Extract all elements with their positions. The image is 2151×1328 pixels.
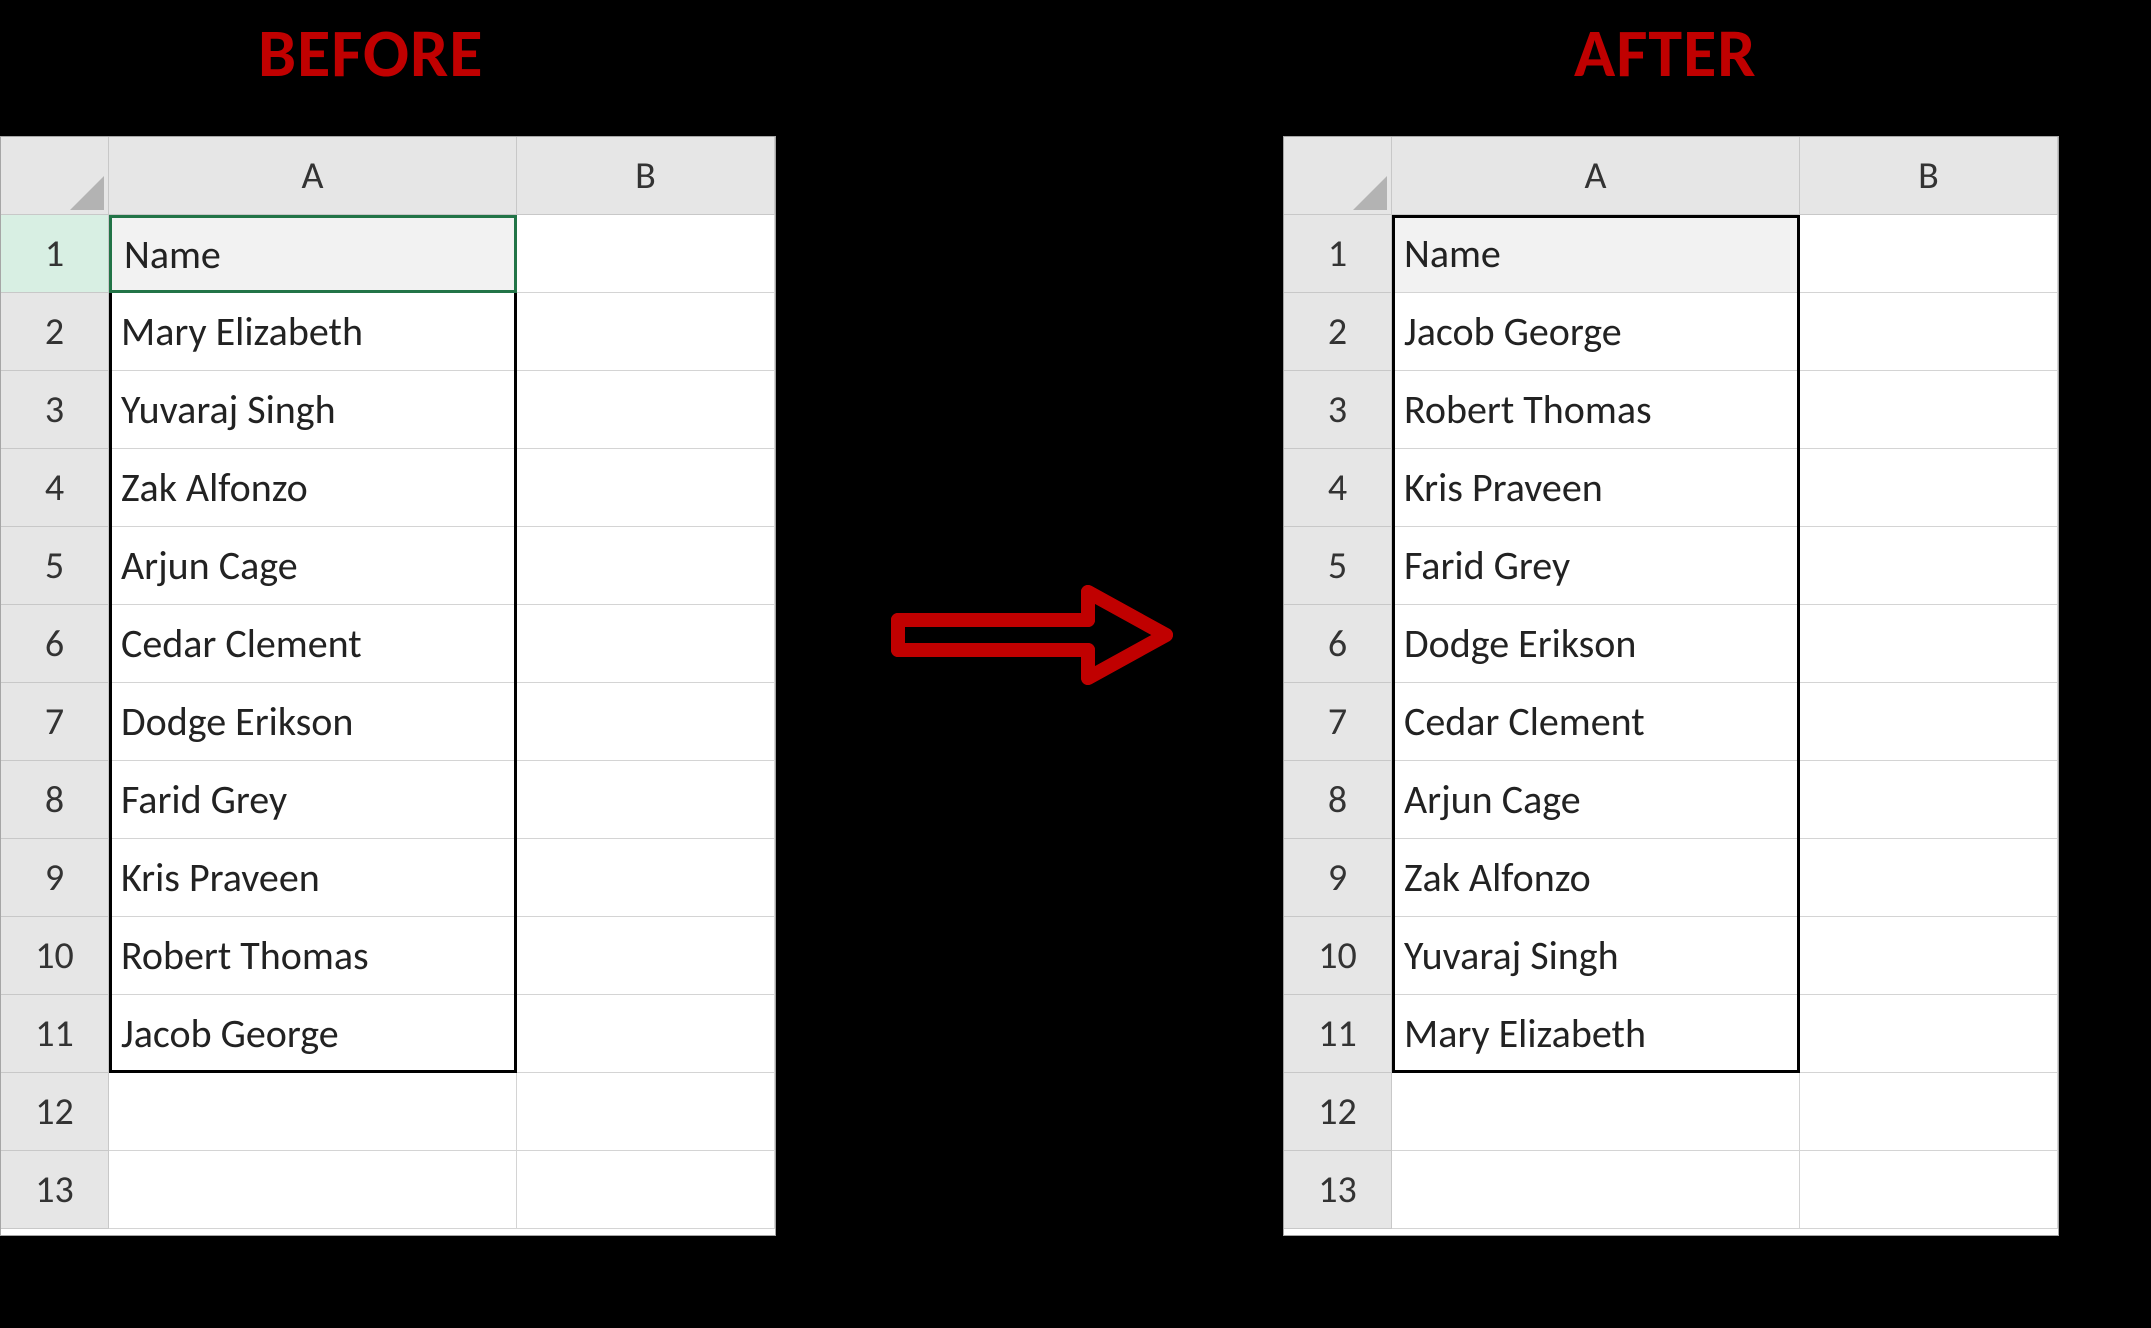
cell-B10[interactable]: [517, 917, 775, 995]
cell-A12[interactable]: [1392, 1073, 1800, 1151]
row-header-9[interactable]: 9: [1284, 839, 1392, 917]
row-header-6[interactable]: 6: [1, 605, 109, 683]
cell-A8[interactable]: Farid Grey: [109, 761, 517, 839]
cell-B4[interactable]: [517, 449, 775, 527]
row-header-7[interactable]: 7: [1284, 683, 1392, 761]
cell-B5[interactable]: [517, 527, 775, 605]
cell-A13[interactable]: [1392, 1151, 1800, 1229]
cell-B3[interactable]: [517, 371, 775, 449]
row-header-2[interactable]: 2: [1284, 293, 1392, 371]
row-header-4[interactable]: 4: [1, 449, 109, 527]
cell-B1[interactable]: [1800, 215, 2058, 293]
cell-B10[interactable]: [1800, 917, 2058, 995]
cell-B8[interactable]: [1800, 761, 2058, 839]
cell-B13[interactable]: [517, 1151, 775, 1229]
row-header-3[interactable]: 3: [1, 371, 109, 449]
row-header-5[interactable]: 5: [1284, 527, 1392, 605]
row-header-13[interactable]: 13: [1284, 1151, 1392, 1229]
row-header-11[interactable]: 11: [1284, 995, 1392, 1073]
cell-A7[interactable]: Cedar Clement: [1392, 683, 1800, 761]
cell-B13[interactable]: [1800, 1151, 2058, 1229]
cell-A4[interactable]: Kris Praveen: [1392, 449, 1800, 527]
cell-A13[interactable]: [109, 1151, 517, 1229]
cell-A10[interactable]: Robert Thomas: [109, 917, 517, 995]
cell-A8[interactable]: Arjun Cage: [1392, 761, 1800, 839]
row-header-6[interactable]: 6: [1284, 605, 1392, 683]
select-all-corner[interactable]: [1, 137, 109, 215]
cell-A11[interactable]: Jacob George: [109, 995, 517, 1073]
cell-A11[interactable]: Mary Elizabeth: [1392, 995, 1800, 1073]
row-header-2[interactable]: 2: [1, 293, 109, 371]
cell-A7[interactable]: Dodge Erikson: [109, 683, 517, 761]
row-header-8[interactable]: 8: [1284, 761, 1392, 839]
cell-A3[interactable]: Yuvaraj Singh: [109, 371, 517, 449]
row-header-1[interactable]: 1: [1, 215, 109, 293]
cell-A5[interactable]: Farid Grey: [1392, 527, 1800, 605]
spreadsheet-before[interactable]: A B 1 Name 2 Mary Elizabeth 3 Yuvaraj Si…: [0, 136, 776, 1236]
row-header-9[interactable]: 9: [1, 839, 109, 917]
cell-B7[interactable]: [517, 683, 775, 761]
caption-before: BEFORE: [258, 12, 483, 95]
cell-B1[interactable]: [517, 215, 775, 293]
cell-B2[interactable]: [517, 293, 775, 371]
cell-B8[interactable]: [517, 761, 775, 839]
row-header-8[interactable]: 8: [1, 761, 109, 839]
column-header-A[interactable]: A: [1392, 137, 1800, 215]
cell-A1[interactable]: Name: [1392, 215, 1800, 293]
row-header-11[interactable]: 11: [1, 995, 109, 1073]
cell-A5[interactable]: Arjun Cage: [109, 527, 517, 605]
column-header-A[interactable]: A: [109, 137, 517, 215]
cell-A6[interactable]: Dodge Erikson: [1392, 605, 1800, 683]
cell-A1[interactable]: Name: [109, 215, 517, 293]
cell-B11[interactable]: [517, 995, 775, 1073]
cell-A12[interactable]: [109, 1073, 517, 1151]
caption-after: AFTER: [1574, 12, 1757, 95]
cell-B6[interactable]: [1800, 605, 2058, 683]
cell-B2[interactable]: [1800, 293, 2058, 371]
cell-A10[interactable]: Yuvaraj Singh: [1392, 917, 1800, 995]
column-header-B[interactable]: B: [1800, 137, 2058, 215]
cell-A9[interactable]: Kris Praveen: [109, 839, 517, 917]
column-header-B[interactable]: B: [517, 137, 775, 215]
row-header-5[interactable]: 5: [1, 527, 109, 605]
cell-B12[interactable]: [1800, 1073, 2058, 1151]
select-all-corner[interactable]: [1284, 137, 1392, 215]
row-header-12[interactable]: 12: [1284, 1073, 1392, 1151]
row-header-12[interactable]: 12: [1, 1073, 109, 1151]
cell-B11[interactable]: [1800, 995, 2058, 1073]
row-header-7[interactable]: 7: [1, 683, 109, 761]
spreadsheet-after[interactable]: A B 1 Name 2 Jacob George 3 Robert Thoma…: [1283, 136, 2059, 1236]
row-header-13[interactable]: 13: [1, 1151, 109, 1229]
cell-A2[interactable]: Jacob George: [1392, 293, 1800, 371]
cell-A9[interactable]: Zak Alfonzo: [1392, 839, 1800, 917]
cell-A4[interactable]: Zak Alfonzo: [109, 449, 517, 527]
row-header-1[interactable]: 1: [1284, 215, 1392, 293]
cell-B5[interactable]: [1800, 527, 2058, 605]
cell-A2[interactable]: Mary Elizabeth: [109, 293, 517, 371]
cell-B7[interactable]: [1800, 683, 2058, 761]
row-header-10[interactable]: 10: [1, 917, 109, 995]
row-header-3[interactable]: 3: [1284, 371, 1392, 449]
cell-A6[interactable]: Cedar Clement: [109, 605, 517, 683]
cell-B12[interactable]: [517, 1073, 775, 1151]
cell-B9[interactable]: [517, 839, 775, 917]
arrow-right-icon: [888, 580, 1178, 690]
cell-B3[interactable]: [1800, 371, 2058, 449]
row-header-4[interactable]: 4: [1284, 449, 1392, 527]
cell-B9[interactable]: [1800, 839, 2058, 917]
cell-B4[interactable]: [1800, 449, 2058, 527]
row-header-10[interactable]: 10: [1284, 917, 1392, 995]
cell-A3[interactable]: Robert Thomas: [1392, 371, 1800, 449]
cell-B6[interactable]: [517, 605, 775, 683]
